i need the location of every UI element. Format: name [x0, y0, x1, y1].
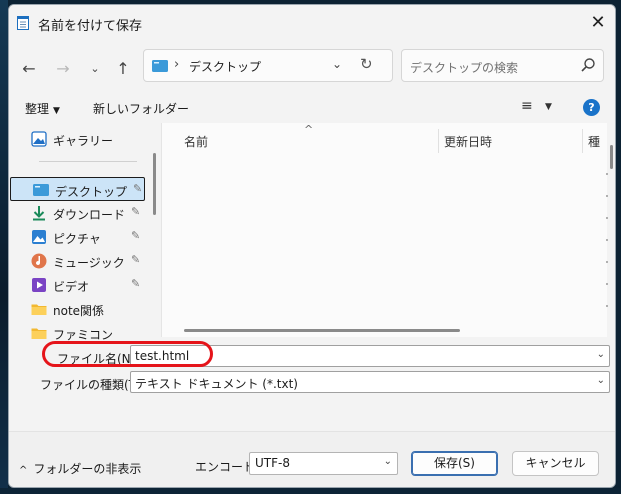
pictures-icon [32, 230, 46, 244]
notepad-icon [17, 16, 29, 30]
recent-locations-button[interactable]: ⌄ [83, 57, 107, 81]
gallery-icon [31, 131, 47, 147]
save-button[interactable]: 保存(S) [411, 451, 498, 476]
sidebar-item-pictures[interactable]: ピクチャ ✎ [9, 225, 147, 249]
organize-label: 整理 [25, 102, 50, 116]
desktop-background [0, 0, 8, 494]
column-header-modified[interactable]: 更新日時 [444, 133, 492, 150]
address-path[interactable]: デスクトップ [189, 58, 261, 75]
close-button[interactable]: ✕ [585, 11, 611, 37]
desktop-icon [152, 60, 168, 72]
encoding-value: UTF-8 [255, 456, 290, 470]
hide-folders-toggle[interactable]: ^ フォルダーの非表示 [19, 460, 141, 477]
video-icon [32, 278, 46, 292]
desktop-background-bottom [0, 488, 621, 494]
up-button[interactable]: ↑ [111, 57, 135, 81]
window-title: 名前を付けて保存 [38, 19, 143, 34]
filelist-horizontal-scrollbar[interactable] [184, 329, 460, 332]
refresh-icon[interactable]: ↻ [360, 55, 373, 73]
sidebar-item-downloads[interactable]: ダウンロード ✎ [9, 201, 147, 225]
sidebar-divider [39, 161, 137, 162]
title-bar: 名前を付けて保存 ✕ [9, 5, 615, 41]
back-button[interactable]: ← [17, 57, 41, 81]
sidebar-item-label: ピクチャ [53, 232, 101, 246]
new-folder-button[interactable]: 新しいフォルダー [93, 100, 189, 117]
view-caret-icon[interactable]: ▼ [545, 102, 552, 112]
dialog-footer: ^ フォルダーの非表示 エンコード: UTF-8 ⌄ 保存(S) キャンセル [9, 431, 615, 487]
search-input[interactable]: デスクトップの検索 [401, 49, 604, 82]
column-header-type[interactable]: 種 [588, 133, 600, 150]
view-icon[interactable]: ≡ [521, 98, 533, 114]
filelist-vertical-scrollbar[interactable] [610, 145, 613, 169]
address-separator: › [174, 57, 180, 72]
save-as-dialog: 名前を付けて保存 ✕ ← → ⌄ ↑ › デスクトップ ⌄ ↻ デスクトップの検… [8, 4, 616, 488]
column-divider[interactable] [582, 129, 583, 153]
folder-icon [31, 304, 47, 315]
desktop-icon [33, 184, 49, 196]
search-icon [581, 58, 595, 72]
sidebar-item-label: ミュージック [53, 256, 125, 270]
highlight-annotation [42, 341, 213, 367]
chevron-down-icon[interactable]: ⌄ [597, 375, 605, 386]
sidebar-item-videos[interactable]: ビデオ ✎ [9, 273, 147, 297]
chevron-down-icon[interactable]: ⌄ [384, 456, 392, 467]
pin-icon: ✎ [131, 253, 141, 266]
music-icon [31, 253, 47, 269]
chevron-up-icon: ^ [19, 465, 28, 476]
sidebar-item-gallery[interactable]: ギャラリー [9, 127, 147, 151]
pin-icon: ✎ [131, 277, 141, 290]
sidebar-item-label: ギャラリー [53, 134, 114, 148]
organize-button[interactable]: 整理 ▼ [25, 100, 60, 117]
caret-down-icon: ▼ [53, 106, 60, 116]
chevron-down-icon[interactable]: ⌄ [597, 349, 605, 360]
cancel-button[interactable]: キャンセル [512, 451, 599, 476]
folder-icon [31, 328, 47, 339]
download-icon [33, 206, 45, 221]
address-bar[interactable]: › デスクトップ ⌄ ↻ [143, 49, 393, 82]
file-list[interactable]: ^ 名前 更新日時 種 [161, 123, 613, 337]
encoding-select[interactable]: UTF-8 ⌄ [249, 452, 398, 475]
navigation-pane: ギャラリー デスクトップ ✎ ダウンロード ✎ ピクチャ ✎ ミュージック ✎ … [9, 123, 161, 342]
sidebar-item-music[interactable]: ミュージック ✎ [9, 249, 147, 273]
filetype-select[interactable]: テキスト ドキュメント (*.txt) ⌄ [130, 371, 610, 393]
help-icon[interactable]: ? [583, 99, 600, 116]
sidebar-item-label: ビデオ [53, 280, 90, 294]
column-divider[interactable] [438, 129, 439, 153]
address-dropdown-icon[interactable]: ⌄ [332, 57, 342, 71]
sidebar-item-label: デスクトップ [55, 185, 128, 199]
pin-icon: ✎ [131, 205, 141, 218]
column-header-name[interactable]: 名前 [184, 133, 208, 150]
pin-icon: ✎ [133, 182, 143, 195]
search-placeholder: デスクトップの検索 [410, 61, 519, 75]
sidebar-item-desktop[interactable]: デスクトップ ✎ [10, 177, 145, 201]
sidebar-item-note-folder[interactable]: note関係 [9, 297, 147, 321]
filelist-scroll-track [606, 173, 608, 323]
pin-icon: ✎ [131, 229, 141, 242]
sidebar-item-label: note関係 [53, 304, 105, 318]
sort-ascending-icon: ^ [304, 123, 314, 136]
command-bar: 整理 ▼ 新しいフォルダー ≡ ▼ ? [9, 93, 615, 123]
sidebar-item-label: ダウンロード [53, 208, 126, 222]
filetype-value: テキスト ドキュメント (*.txt) [135, 377, 298, 391]
hide-folders-label: フォルダーの非表示 [33, 462, 142, 476]
forward-button[interactable]: → [51, 57, 75, 81]
sidebar-scrollbar[interactable] [153, 153, 156, 215]
